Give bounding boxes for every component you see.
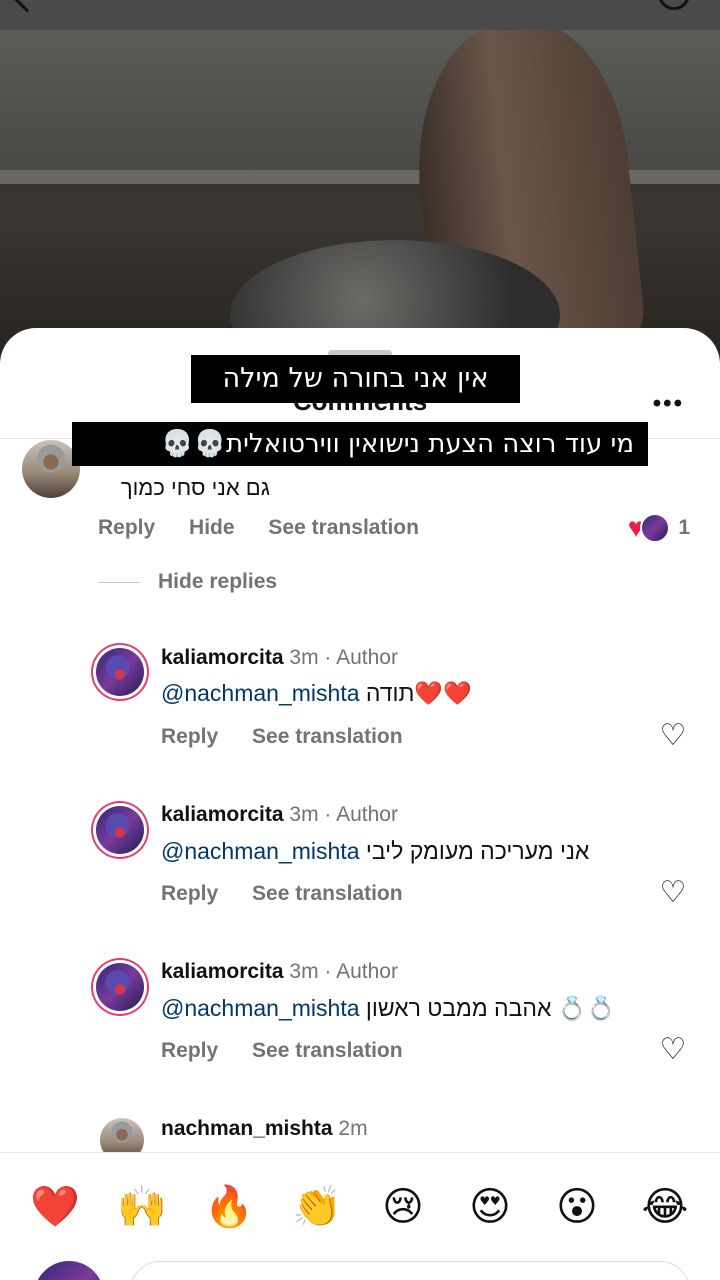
reply-text: @nachman_mishta אני מעריכה מעומק ליבי — [161, 838, 589, 865]
avatar[interactable] — [96, 648, 144, 696]
more-options-icon[interactable]: ••• — [653, 390, 684, 418]
divider-line — [98, 581, 140, 583]
emoji-heart-button[interactable]: ❤️ — [30, 1183, 80, 1231]
like-count: 1 — [678, 516, 690, 539]
heart-emoji: ❤️❤️ — [414, 680, 472, 706]
reply-actions: Reply See translation — [161, 725, 431, 749]
like-heart-icon[interactable]: ♡ — [658, 878, 688, 908]
see-translation-button[interactable]: See translation — [268, 516, 419, 540]
comment-actions: Reply Hide See translation — [98, 516, 447, 540]
username[interactable]: kaliamorcita — [161, 960, 284, 983]
reply-message: אהבה ממבט ראשון — [365, 995, 552, 1021]
comment-input[interactable] — [130, 1261, 690, 1280]
mention-link[interactable]: @nachman_mishta — [161, 680, 360, 706]
emoji-reaction-bar: ❤️ 🙌 🔥 👏 😢 😍 😮 😂 — [0, 1152, 720, 1280]
like-heart-icon[interactable]: ♡ — [658, 1035, 688, 1065]
reply-message: תודה — [365, 680, 415, 706]
liker-avatar — [640, 513, 671, 543]
reply-meta: 2m — [338, 1117, 368, 1140]
caption-text: מי עוד רוצה הצעת נישואין ווירטואלית — [226, 429, 634, 459]
ring-emoji: 💍💍 — [557, 995, 616, 1021]
mention-link[interactable]: @nachman_mishta — [161, 838, 360, 864]
options-circle-icon[interactable] — [658, 0, 690, 10]
hide-button[interactable]: Hide — [189, 516, 235, 540]
comment-text: גם אני סחי כמוך — [120, 475, 270, 500]
top-bar — [0, 0, 720, 30]
see-translation-button[interactable]: See translation — [252, 1039, 403, 1063]
story-caption-1: אין אני בחורה של מילה — [191, 355, 520, 403]
reply-meta: 3m · Author — [289, 803, 398, 826]
username[interactable]: nachman_mishta — [161, 1117, 333, 1140]
reply-header: kaliamorcita 3m · Author — [161, 646, 398, 670]
emoji-surprised-button[interactable]: 😮 — [553, 1183, 601, 1231]
reply-button[interactable]: Reply — [161, 1039, 218, 1063]
emoji-laughing-button[interactable]: 😂 — [641, 1183, 689, 1231]
post-photo — [0, 30, 720, 360]
reply-text: @nachman_mishta תודה❤️❤️ — [161, 680, 472, 707]
username[interactable]: kaliamorcita — [161, 803, 284, 826]
avatar[interactable] — [96, 963, 144, 1011]
hide-replies-label: Hide replies — [158, 570, 278, 593]
reply-button[interactable]: Reply — [161, 882, 218, 906]
reply-message: אני מעריכה מעומק ליבי — [365, 838, 590, 864]
hide-replies-button[interactable]: Hide replies — [98, 570, 277, 594]
emoji-clap-button[interactable]: 👏 — [292, 1183, 342, 1231]
comment-likes[interactable]: ♥ 1 — [628, 512, 690, 544]
see-translation-button[interactable]: See translation — [252, 725, 403, 749]
reply-button[interactable]: Reply — [98, 516, 155, 540]
avatar[interactable] — [96, 806, 144, 854]
emoji-heart-eyes-button[interactable]: 😍 — [466, 1183, 514, 1231]
reply-header: nachman_mishta 2m — [161, 1117, 368, 1141]
reply-actions: Reply See translation — [161, 1039, 431, 1063]
reply-header: kaliamorcita 3m · Author — [161, 960, 398, 984]
emoji-fire-button[interactable]: 🔥 — [204, 1183, 254, 1231]
username[interactable]: kaliamorcita — [161, 646, 284, 669]
back-icon[interactable] — [11, 0, 43, 13]
reply-meta: 3m · Author — [289, 646, 398, 669]
reply-button[interactable]: Reply — [161, 725, 218, 749]
mention-link[interactable]: @nachman_mishta — [161, 995, 360, 1021]
emoji-raised-hands-button[interactable]: 🙌 — [117, 1183, 167, 1231]
reply-meta: 3m · Author — [289, 960, 398, 983]
reply-actions: Reply See translation — [161, 882, 431, 906]
reply-header: kaliamorcita 3m · Author — [161, 803, 398, 827]
see-translation-button[interactable]: See translation — [252, 882, 403, 906]
my-avatar — [34, 1261, 104, 1280]
emoji-cry-button[interactable]: 😢 — [379, 1183, 427, 1231]
reply-text: @nachman_mishta אהבה ממבט ראשון 💍💍 — [161, 995, 615, 1022]
skull-emoji: 💀💀 — [161, 429, 227, 459]
like-heart-icon[interactable]: ♡ — [658, 721, 688, 751]
story-caption-2: מי עוד רוצה הצעת נישואין ווירטואלית💀💀 — [72, 422, 648, 466]
